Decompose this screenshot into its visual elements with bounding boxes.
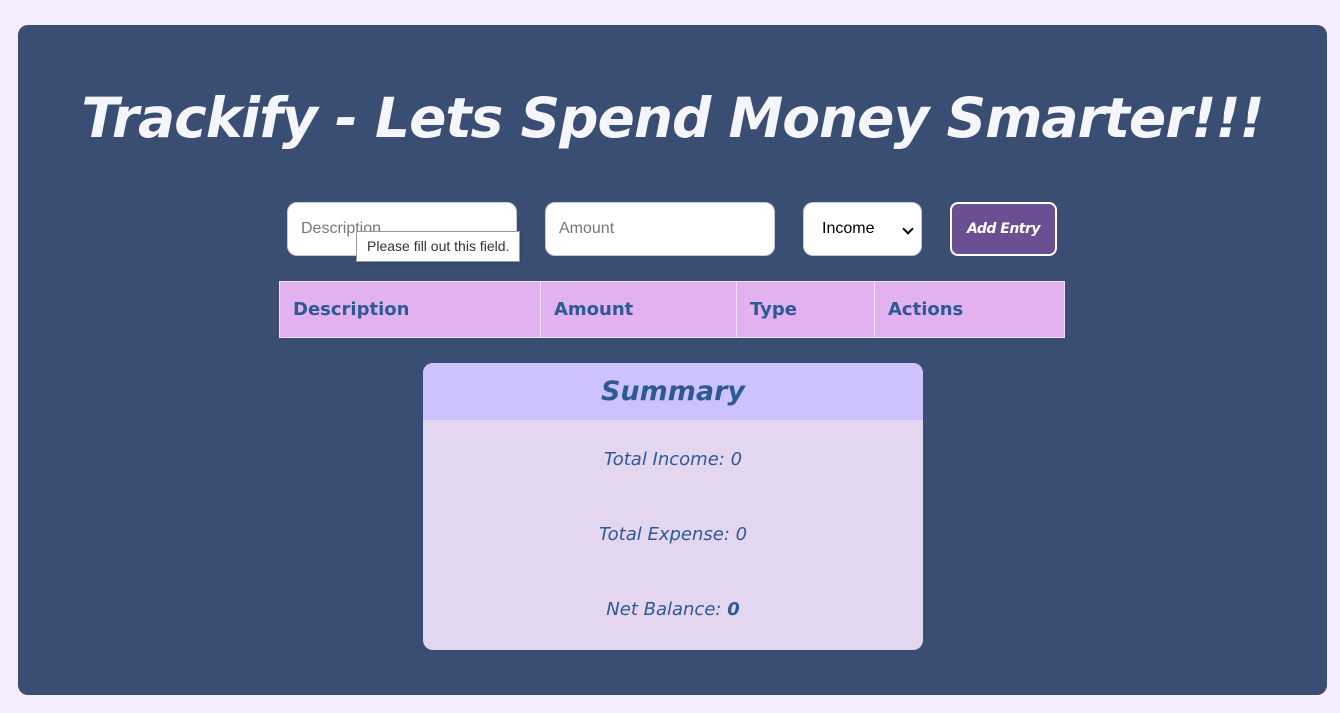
column-header-type: Type [737,282,875,337]
total-income: Total Income: 0 [423,449,923,470]
type-select[interactable]: Income [803,202,922,256]
net-balance-value: 0 [727,599,740,620]
app-panel: Trackify - Lets Spend Money Smarter!!! D… [18,25,1327,695]
total-expense-label: Total Expense: [598,524,736,545]
net-balance-label: Net Balance: [606,599,728,620]
column-header-amount: Amount [541,282,737,337]
column-header-actions: Actions [888,299,964,320]
validation-tooltip: Please fill out this field. [356,231,521,262]
entries-table-header: Description Amount Type Actions [279,281,1065,338]
total-income-value: 0 [730,449,743,470]
type-select-value: Income [822,220,875,237]
chevron-down-icon [902,223,914,235]
net-balance: Net Balance: 0 [423,599,923,620]
total-expense: Total Expense: 0 [423,524,923,545]
total-expense-value: 0 [735,524,748,545]
total-income-label: Total Income: [603,449,731,470]
amount-input[interactable]: Amount [545,202,775,256]
column-header-description: Description [280,282,541,337]
add-entry-button[interactable]: Add Entry [950,202,1057,256]
summary-heading: Summary [423,363,923,420]
summary-card: Summary Total Income: 0 Total Expense: 0… [423,363,923,650]
page-title: Trackify - Lets Spend Money Smarter!!! [81,86,1264,150]
